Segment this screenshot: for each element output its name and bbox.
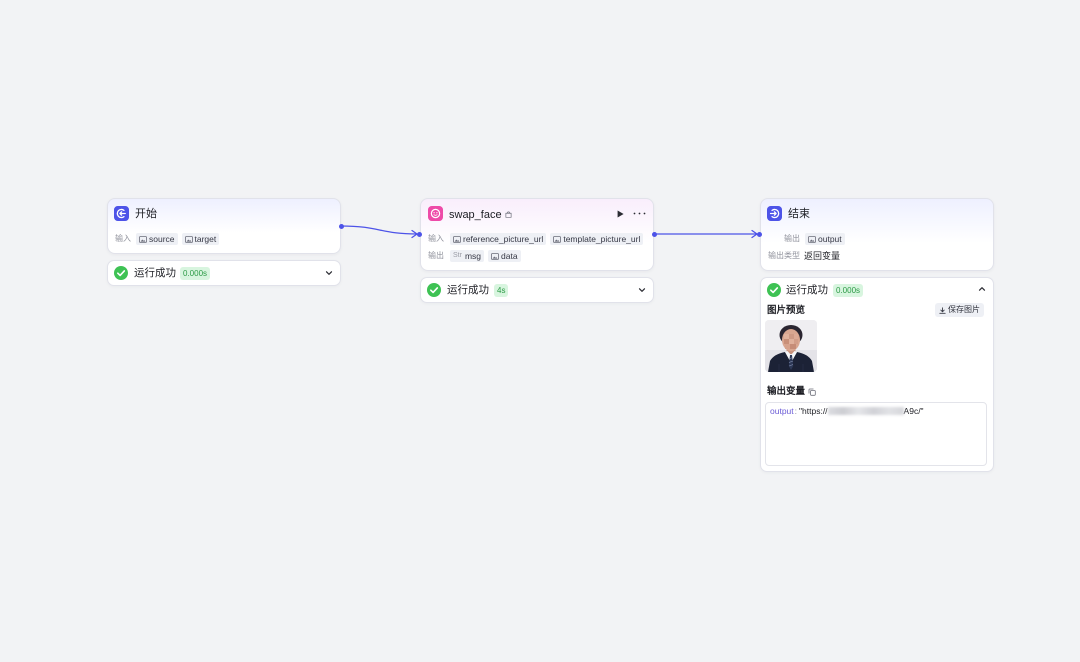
tag-label: output [818, 234, 842, 244]
output-tags: output [805, 233, 845, 245]
tag-label: template_picture_url [563, 234, 641, 244]
run-duration-badge: 0.000s [180, 266, 211, 280]
input-label: 输入 [428, 234, 444, 243]
output-value-start: "https:// [799, 406, 828, 416]
success-check-icon [767, 283, 781, 297]
copy-icon[interactable] [808, 388, 816, 396]
end-run-result: 运行成功 0.000s 图片预览 保存图片 输出变量 output: "http… [760, 277, 994, 472]
node-title: 开始 [135, 208, 157, 220]
tag-label: source [149, 234, 175, 244]
output-port[interactable] [339, 223, 344, 229]
image-icon [453, 235, 461, 243]
swap-face-node[interactable]: swap_face 输入 reference_picture_url templ… [417, 198, 657, 271]
output-tags: Str msg data [450, 250, 521, 262]
run-duration-badge: 4s [494, 283, 509, 297]
image-icon [491, 252, 499, 260]
chevron-down-icon[interactable] [324, 268, 334, 278]
success-check-icon [427, 283, 441, 297]
tag-label: reference_picture_url [463, 234, 544, 244]
tag-label: msg [464, 251, 482, 261]
output-label: 输出 [428, 251, 444, 260]
type-prefix: Str [453, 252, 462, 259]
output-variable-code: output: "https:// A9c/" [765, 402, 987, 466]
download-icon [939, 306, 946, 314]
output-key: output [770, 406, 794, 416]
node-title: swap_face [449, 209, 502, 221]
output-port[interactable] [652, 231, 657, 237]
preview-image[interactable] [765, 320, 817, 372]
success-check-icon [114, 266, 128, 280]
more-icon[interactable] [633, 212, 646, 215]
plugin-face-icon [428, 206, 443, 221]
image-icon [553, 235, 562, 243]
input-port[interactable] [417, 231, 422, 237]
output-separator: : [794, 406, 798, 416]
swap-face-run-result[interactable]: 运行成功 4s [420, 277, 654, 303]
start-icon [114, 206, 129, 221]
image-preview-label: 图片预览 [767, 305, 806, 316]
input-port[interactable] [757, 231, 762, 237]
output-type-value: 返回变量 [804, 251, 841, 261]
start-run-result[interactable]: 运行成功 0.000s [107, 260, 341, 286]
chevron-down-icon[interactable] [637, 285, 647, 295]
image-icon [184, 235, 193, 243]
image-icon [808, 235, 816, 243]
output-tag-msg: Str msg [450, 250, 485, 262]
input-tag-template-picture-url: template_picture_url [550, 233, 644, 245]
input-tags: source target [136, 233, 220, 245]
run-status: 运行成功 [447, 284, 489, 296]
output-variables-label: 输出变量 [767, 386, 806, 397]
redacted-url-part [827, 407, 904, 415]
run-status: 运行成功 [786, 284, 828, 296]
chevron-up-icon[interactable] [977, 284, 987, 294]
image-icon [139, 235, 147, 243]
input-tag-source: source [136, 233, 178, 245]
start-node[interactable]: 开始 输入 source target [107, 198, 344, 254]
play-icon[interactable] [617, 210, 624, 218]
output-label: 输出 [784, 234, 800, 243]
node-title: 结束 [788, 208, 810, 220]
end-icon [767, 206, 782, 221]
output-value-end: A9c/" [903, 406, 924, 416]
run-result-header[interactable]: 运行成功 0.000s [761, 278, 993, 303]
output-tag-output: output [805, 233, 845, 245]
save-image-label: 保存图片 [948, 305, 980, 314]
save-image-button[interactable]: 保存图片 [935, 303, 984, 317]
output-tag-data: data [488, 250, 521, 262]
tag-label: target [194, 234, 217, 244]
output-type-label: 输出类型 [768, 251, 800, 260]
input-label: 输入 [115, 234, 131, 243]
input-tag-reference-picture-url: reference_picture_url [450, 233, 547, 245]
edge-start-to-swap-face[interactable] [340, 225, 418, 235]
input-tag-target: target [181, 233, 220, 245]
plugin-store-icon [505, 211, 512, 218]
input-tags: reference_picture_url template_picture_u… [450, 233, 644, 245]
run-duration-badge: 0.000s [833, 283, 864, 297]
run-status: 运行成功 [134, 267, 176, 279]
end-node[interactable]: 结束 输出 output 输出类型 返回变量 [757, 198, 994, 271]
tag-label: data [501, 251, 518, 261]
